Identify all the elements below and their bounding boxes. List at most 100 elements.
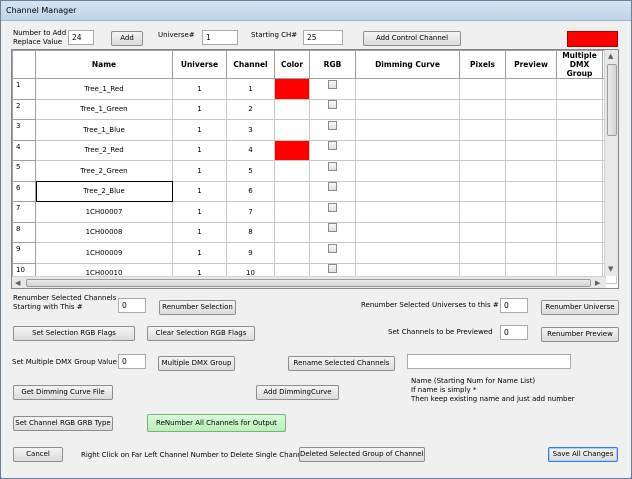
channel-cell[interactable]: 6 [227, 181, 275, 202]
channel-cell[interactable]: 1 [227, 79, 275, 100]
dimming-curve-cell[interactable] [356, 181, 460, 202]
renumber-start-input[interactable]: 0 [118, 298, 146, 313]
horizontal-scrollbar[interactable]: ◀ ▶ [12, 276, 606, 288]
column-header-dimming-curve[interactable]: Dimming Curve [356, 51, 460, 79]
cancel-button[interactable]: Cancel [13, 447, 63, 462]
table-row[interactable]: 71CH0000717 [13, 202, 617, 223]
preview-cell[interactable] [506, 140, 557, 161]
row-number-cell[interactable]: 2 [13, 99, 36, 120]
column-header-universe[interactable]: Universe [173, 51, 227, 79]
vertical-scroll-thumb[interactable] [607, 64, 617, 136]
rgb-checkbox[interactable] [328, 264, 337, 273]
channel-grid[interactable]: Name Universe Channel Color RGB Dimming … [11, 49, 619, 289]
table-row[interactable]: 3Tree_1_Blue13 [13, 120, 617, 141]
save-all-changes-button[interactable]: Save All Changes [548, 447, 618, 462]
dimming-curve-cell[interactable] [356, 161, 460, 182]
rgb-checkbox[interactable] [328, 182, 337, 191]
preview-cell[interactable] [506, 202, 557, 223]
pixels-cell[interactable] [460, 181, 506, 202]
pixels-cell[interactable] [460, 243, 506, 264]
pixels-cell[interactable] [460, 120, 506, 141]
rgb-checkbox[interactable] [328, 121, 337, 130]
pixels-cell[interactable] [460, 140, 506, 161]
multiple-dmx-group-button[interactable]: Multiple DMX Group [158, 356, 235, 371]
universe-cell[interactable]: 1 [173, 120, 227, 141]
row-number-cell[interactable]: 8 [13, 222, 36, 243]
channel-cell[interactable]: 2 [227, 99, 275, 120]
multiple-dmx-group-cell[interactable] [557, 222, 603, 243]
add-control-channel-button[interactable]: Add Control Channel [363, 31, 461, 46]
preview-cell[interactable] [506, 181, 557, 202]
multiple-dmx-group-cell[interactable] [557, 161, 603, 182]
name-cell[interactable]: Tree_2_Red [36, 140, 173, 161]
starting-ch-input[interactable]: 25 [303, 30, 343, 45]
color-cell[interactable] [275, 99, 310, 120]
universe-cell[interactable]: 1 [173, 222, 227, 243]
dimming-curve-cell[interactable] [356, 99, 460, 120]
preview-cell[interactable] [506, 243, 557, 264]
universe-cell[interactable]: 1 [173, 243, 227, 264]
channel-cell[interactable]: 8 [227, 222, 275, 243]
name-cell[interactable]: 1CH00008 [36, 222, 173, 243]
rgb-cell[interactable] [310, 243, 356, 264]
preview-cell[interactable] [506, 120, 557, 141]
scroll-down-icon[interactable]: ▼ [608, 264, 613, 274]
rgb-checkbox[interactable] [328, 244, 337, 253]
column-header-multiple-dmx-group[interactable]: Multiple DMX Group [557, 51, 603, 79]
renumber-selection-button[interactable]: Renumber Selection [159, 300, 236, 315]
table-row[interactable]: 81CH0000818 [13, 222, 617, 243]
color-cell[interactable] [275, 161, 310, 182]
clear-selection-rgb-flags-button[interactable]: Clear Selection RGB Flags [147, 326, 255, 341]
rgb-cell[interactable] [310, 79, 356, 100]
multiple-dmx-group-cell[interactable] [557, 181, 603, 202]
preview-cell[interactable] [506, 222, 557, 243]
table-row[interactable]: 2Tree_1_Green12 [13, 99, 617, 120]
preview-cell[interactable] [506, 99, 557, 120]
column-header-channel[interactable]: Channel [227, 51, 275, 79]
color-cell[interactable] [275, 79, 310, 100]
rgb-checkbox[interactable] [328, 203, 337, 212]
multiple-dmx-group-cell[interactable] [557, 99, 603, 120]
number-to-add-input[interactable]: 24 [68, 30, 94, 45]
dimming-curve-cell[interactable] [356, 79, 460, 100]
universe-cell[interactable]: 1 [173, 140, 227, 161]
column-header-preview[interactable]: Preview [506, 51, 557, 79]
pixels-cell[interactable] [460, 161, 506, 182]
get-dimming-curve-file-button[interactable]: Get Dimming Curve File [13, 385, 113, 400]
horizontal-scroll-thumb[interactable] [26, 279, 591, 287]
multiple-dmx-group-cell[interactable] [557, 202, 603, 223]
vertical-scrollbar[interactable]: ▲ ▼ [604, 50, 618, 276]
name-cell[interactable]: 1CH00007 [36, 202, 173, 223]
color-cell[interactable] [275, 140, 310, 161]
scroll-right-icon[interactable]: ▶ [595, 278, 600, 288]
row-number-cell[interactable]: 3 [13, 120, 36, 141]
set-channel-rgb-grb-type-button[interactable]: Set Channel RGB GRB Type [13, 416, 113, 431]
row-number-cell[interactable]: 9 [13, 243, 36, 264]
name-cell[interactable]: Tree_2_Green [36, 161, 173, 182]
pixels-cell[interactable] [460, 99, 506, 120]
preview-cell[interactable] [506, 79, 557, 100]
color-cell[interactable] [275, 202, 310, 223]
dimming-curve-cell[interactable] [356, 243, 460, 264]
channel-cell[interactable]: 9 [227, 243, 275, 264]
name-cell[interactable]: Tree_2_Blue [36, 181, 173, 202]
multiple-dmx-group-cell[interactable] [557, 79, 603, 100]
column-header-name[interactable]: Name [36, 51, 173, 79]
channel-cell[interactable]: 5 [227, 161, 275, 182]
row-number-cell[interactable]: 5 [13, 161, 36, 182]
name-cell[interactable]: 1CH00009 [36, 243, 173, 264]
rgb-checkbox[interactable] [328, 223, 337, 232]
row-number-cell[interactable]: 6 [13, 181, 36, 202]
row-number-cell[interactable]: 1 [13, 79, 36, 100]
preview-input[interactable]: 0 [500, 325, 528, 340]
rgb-checkbox[interactable] [328, 100, 337, 109]
dimming-curve-cell[interactable] [356, 202, 460, 223]
pixels-cell[interactable] [460, 79, 506, 100]
dimming-curve-cell[interactable] [356, 140, 460, 161]
universe-cell[interactable]: 1 [173, 161, 227, 182]
color-cell[interactable] [275, 243, 310, 264]
table-row[interactable]: 4Tree_2_Red14 [13, 140, 617, 161]
name-cell[interactable]: Tree_1_Red [36, 79, 173, 100]
renumber-universe-input[interactable]: 0 [500, 298, 528, 313]
rgb-cell[interactable] [310, 120, 356, 141]
